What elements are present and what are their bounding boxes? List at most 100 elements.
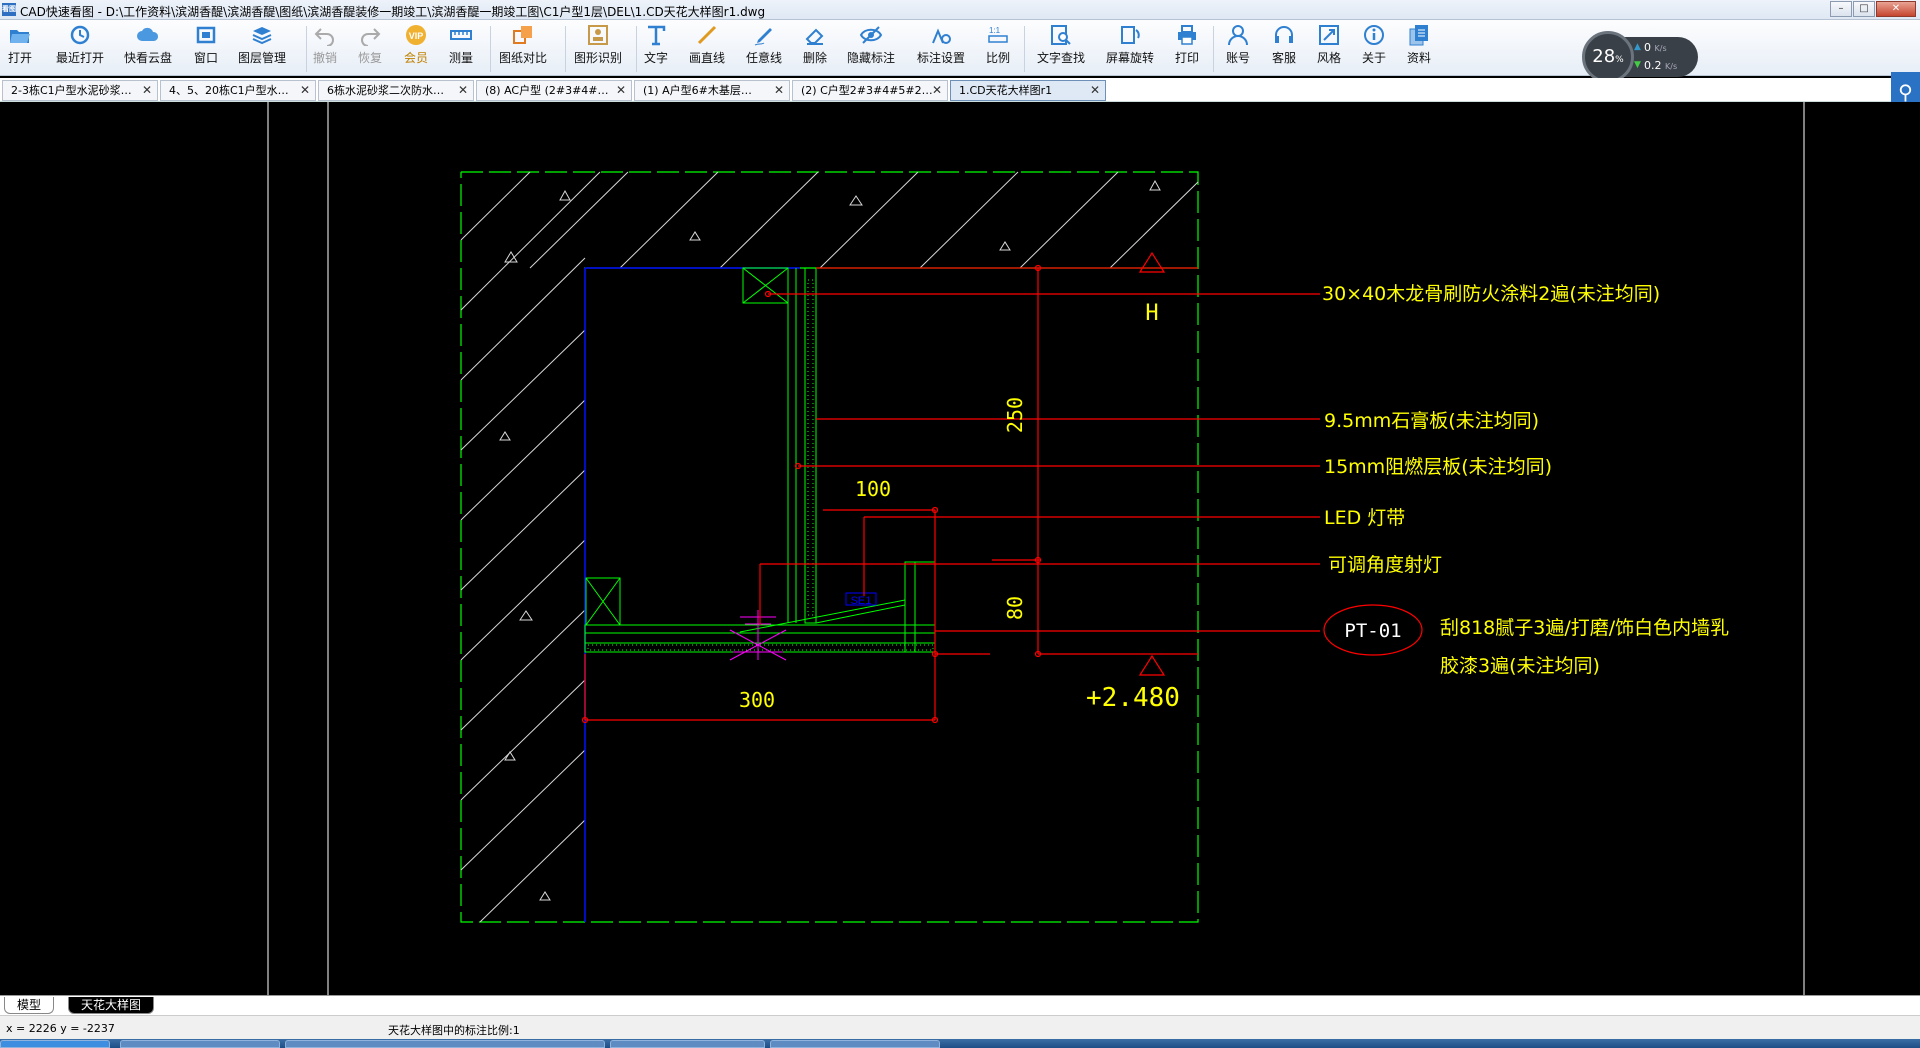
layout-tab-active[interactable]: 天花大样图 <box>68 997 155 1014</box>
toolbar-label: 文字 <box>644 51 669 65</box>
close-tab-icon[interactable]: ✕ <box>458 81 468 100</box>
section-marker-h: H <box>1145 301 1158 326</box>
layer-manager-button[interactable]: 图层管理 <box>238 24 286 66</box>
maximize-button[interactable]: □ <box>1853 1 1875 17</box>
vip-icon: VIP <box>406 25 426 45</box>
scale-button[interactable]: 1:1 比例 <box>986 24 1010 66</box>
rotate-screen-button[interactable]: 屏幕旋转 <box>1106 24 1154 66</box>
text-search-icon <box>1051 25 1071 45</box>
resources-button[interactable]: 资料 <box>1407 24 1431 66</box>
headset-icon <box>1275 26 1293 43</box>
drawing-canvas[interactable]: SE1 H +2.480 250 100 80 300 30×40木龙骨刷防火涂… <box>0 102 1920 995</box>
shape-recognize-icon <box>588 25 608 45</box>
callout-spotlight: 可调角度射灯 <box>1328 554 1442 576</box>
annotation-settings-button[interactable]: 标注设置 <box>917 24 965 66</box>
toolbar-label: 删除 <box>803 51 828 65</box>
start-button[interactable] <box>0 1040 110 1048</box>
undo-button[interactable]: 撤销 <box>313 24 337 66</box>
dimension-80: 80 <box>1003 596 1027 620</box>
document-tab[interactable]: (1) A户型6#木基层… ✕ <box>634 80 790 101</box>
toolbar-separator <box>490 26 491 72</box>
close-tab-icon[interactable]: ✕ <box>774 81 784 100</box>
taskbar-item[interactable] <box>285 1040 605 1048</box>
compare-icon <box>513 26 532 44</box>
style-button[interactable]: 风格 <box>1317 24 1341 66</box>
detail-boundary <box>460 171 1199 923</box>
print-button[interactable]: 打印 <box>1175 24 1199 66</box>
draw-line-button[interactable]: 画直线 <box>689 24 725 66</box>
toolbar-label: 恢复 <box>358 51 383 65</box>
toolbar-label: 标注设置 <box>917 51 966 65</box>
document-tab[interactable]: 2-3栋C1户型水泥砂浆… ✕ <box>2 80 158 101</box>
cloud-icon <box>137 27 159 41</box>
toolbar-label: 图层管理 <box>238 51 287 65</box>
text-search-button[interactable]: 文字查找 <box>1037 24 1085 66</box>
download-speed: 0.2 K/s <box>1644 59 1678 72</box>
measure-button[interactable]: 测量 <box>449 24 473 66</box>
dimension-300: 300 <box>739 688 775 712</box>
hide-annotation-button[interactable]: 隐藏标注 <box>847 24 895 66</box>
sheet-frame <box>267 102 1805 995</box>
recent-open-button[interactable]: 最近打开 <box>56 24 104 66</box>
finish-tag: PT-01 <box>1344 620 1401 642</box>
ceiling-elevation: +2.480 <box>1086 683 1180 713</box>
toolbar-label: 画直线 <box>689 51 726 65</box>
text-button[interactable]: 文字 <box>644 24 668 66</box>
minimize-button[interactable]: – <box>1830 1 1852 17</box>
undo-icon <box>314 28 334 46</box>
shape-recognize-button[interactable]: 图形识别 <box>574 24 622 66</box>
toolbar-label: 客服 <box>1272 51 1297 65</box>
vip-button[interactable]: VIP 会员 <box>404 24 428 66</box>
taskbar-item[interactable] <box>770 1040 940 1048</box>
close-tab-icon[interactable]: ✕ <box>1090 81 1100 100</box>
toolbar-separator <box>1213 26 1214 72</box>
account-button[interactable]: 账号 <box>1226 24 1250 66</box>
window-icon <box>196 26 216 44</box>
title-bar: 看图 CAD快速看图 - D:\工作资料\滨湖香醍\滨湖香醍\图纸\滨湖香醍装修… <box>0 0 1920 20</box>
upload-arrow-icon: ▲ <box>1634 42 1641 52</box>
hide-annotation-icon <box>859 26 883 44</box>
document-tab-active[interactable]: 1.CD天花大样图r1 ✕ <box>950 80 1106 101</box>
toolbar-separator <box>306 26 307 72</box>
window-controls: – □ ✕ <box>1830 1 1916 17</box>
close-tab-icon[interactable]: ✕ <box>300 81 310 100</box>
freehand-line-button[interactable]: 任意线 <box>746 24 782 66</box>
delete-button[interactable]: 删除 <box>803 24 827 66</box>
document-tab[interactable]: 4、5、20栋C1户型水… ✕ <box>160 80 316 101</box>
toolbar-label: 比例 <box>986 51 1011 65</box>
fixture-block-label: SE1 <box>851 595 872 607</box>
layout-tab-bar: 模型 天花大样图 <box>0 995 1920 1015</box>
annotation-settings-icon <box>932 28 951 44</box>
callout-wood-joist: 30×40木龙骨刷防火涂料2遍(未注均同) <box>1322 283 1660 305</box>
printer-icon <box>1178 25 1196 45</box>
toolbar-label: 会员 <box>404 51 429 65</box>
close-tab-icon[interactable]: ✕ <box>616 81 626 100</box>
document-tab[interactable]: (2) C户型2#3#4#5#2… ✕ <box>792 80 948 101</box>
window-button[interactable]: 窗口 <box>194 24 218 66</box>
drawing-compare-button[interactable]: 图纸对比 <box>499 24 547 66</box>
toolbar-label: 最近打开 <box>56 51 105 65</box>
toolbar-separator <box>565 26 566 72</box>
upload-speed: 0 K/s <box>1644 41 1667 54</box>
network-speed-widget[interactable]: ▲ 0 K/s ▼ 0.2 K/s 28% <box>1582 31 1702 83</box>
model-tab[interactable]: 模型 <box>4 997 55 1014</box>
document-tab[interactable]: (8) AC户型 (2#3#4#… ✕ <box>476 80 632 101</box>
history-icon <box>70 25 90 45</box>
window-title: CAD快速看图 - D:\工作资料\滨湖香醍\滨湖香醍\图纸\滨湖香醍装修一期竣… <box>20 5 766 19</box>
close-button[interactable]: ✕ <box>1876 1 1916 17</box>
taskbar-item[interactable] <box>610 1040 765 1048</box>
cloud-disk-button[interactable]: 快看云盘 <box>124 24 172 66</box>
toolbar-label: 关于 <box>1362 51 1387 65</box>
customer-service-button[interactable]: 客服 <box>1272 24 1296 66</box>
close-tab-icon[interactable]: ✕ <box>142 81 152 100</box>
toolbar-label: 风格 <box>1317 51 1342 65</box>
redo-button[interactable]: 恢复 <box>358 24 382 66</box>
close-tab-icon[interactable]: ✕ <box>932 81 942 100</box>
pen-icon <box>754 28 772 46</box>
open-button[interactable]: 打开 <box>8 24 32 66</box>
about-button[interactable]: 关于 <box>1362 24 1386 66</box>
taskbar-item[interactable] <box>120 1040 280 1048</box>
toolbar-label: 打开 <box>8 51 33 65</box>
dimension-100: 100 <box>855 477 891 501</box>
document-tab[interactable]: 6栋水泥砂浆二次防水… ✕ <box>318 80 474 101</box>
